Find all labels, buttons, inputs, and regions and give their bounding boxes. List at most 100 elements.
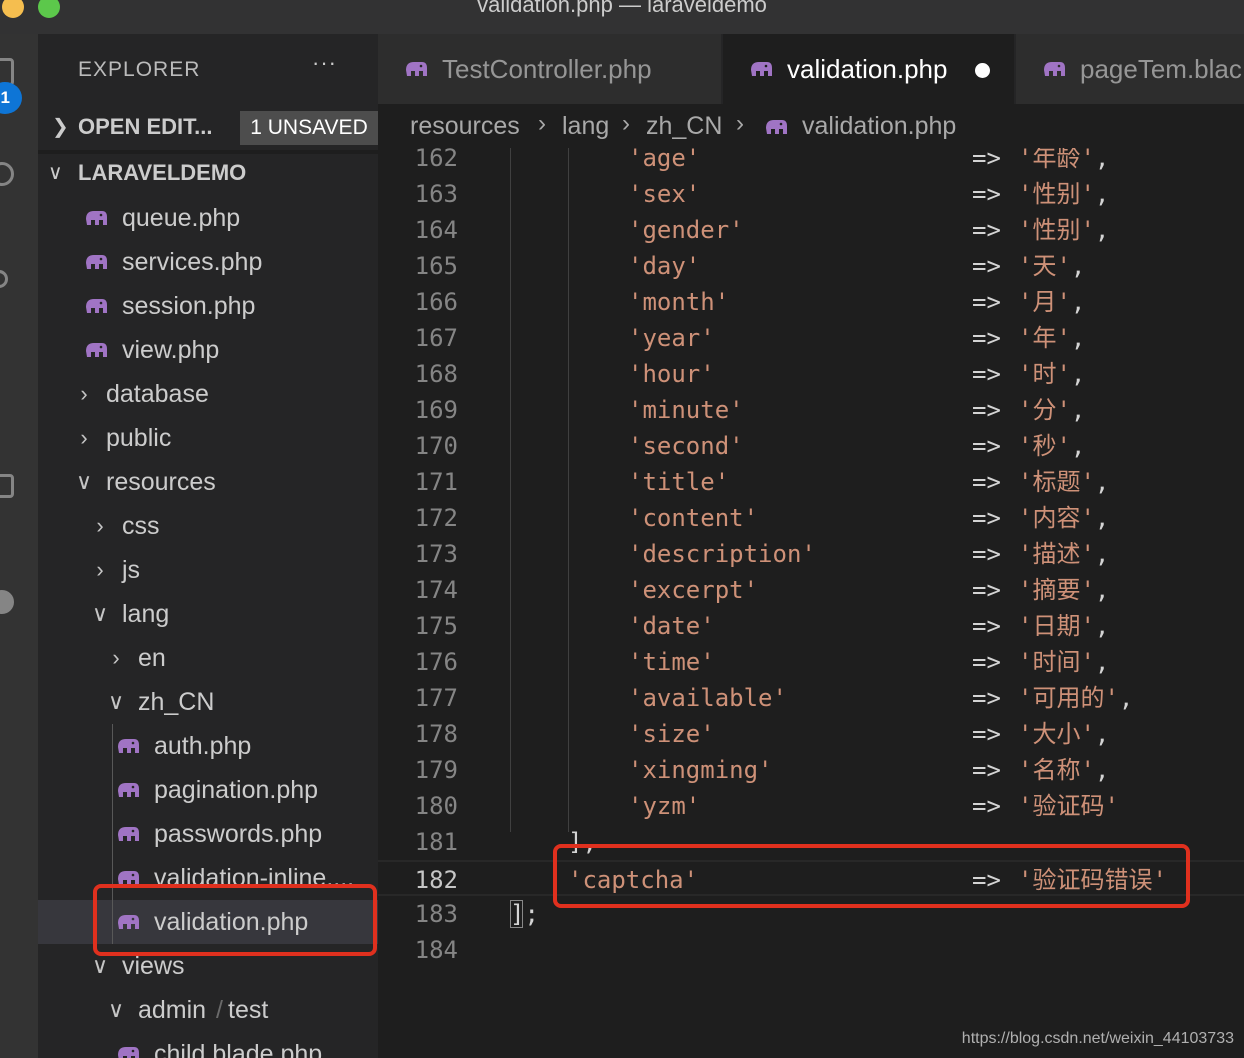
code-line[interactable]: 179 'xingming' => '名称', — [378, 752, 1244, 788]
chevron-right-icon: › — [96, 557, 104, 582]
extensions-icon[interactable] — [0, 474, 14, 498]
tree-file[interactable]: queue.php — [38, 196, 378, 240]
line-number: 167 — [414, 324, 458, 352]
code-punctuation: , — [1094, 648, 1110, 676]
breadcrumb-item[interactable]: validation.php — [802, 112, 956, 141]
chevron-right-icon: › — [96, 513, 104, 538]
tree-file[interactable]: passwords.php — [38, 812, 378, 856]
code-line[interactable]: 174 'excerpt' => '摘要', — [378, 572, 1244, 608]
code-line[interactable]: 169 'minute' => '分', — [378, 392, 1244, 428]
code-editor[interactable]: 162 'age' => '年龄', 163 'sex' => '性别', 164 'gender… — [378, 148, 1244, 1058]
code-string: '秒' — [1018, 432, 1071, 460]
tree-item-label: en — [138, 644, 166, 672]
tree-item-label: auth.php — [154, 732, 252, 760]
code-line[interactable]: 176 'time' => '时间', — [378, 644, 1244, 680]
line-number: 175 — [414, 612, 458, 640]
tab-testcontroller[interactable]: TestController.php — [378, 34, 722, 104]
tree-folder[interactable]: ∨ zh_CN — [38, 680, 378, 724]
more-actions-icon[interactable]: ··· — [312, 50, 337, 76]
tree-file[interactable]: pagination.php — [38, 768, 378, 812]
tree-file[interactable]: session.php — [38, 284, 378, 328]
explorer-header: EXPLORER — [78, 58, 201, 81]
code-punctuation: , — [1118, 684, 1134, 712]
code-line[interactable]: 178 'size' => '大小', — [378, 716, 1244, 752]
code-line[interactable]: 162 'age' => '年龄', — [378, 148, 1244, 176]
code-key: 'day' — [628, 252, 701, 280]
code-value: '大小', — [1018, 716, 1109, 752]
run-icon[interactable] — [0, 374, 14, 398]
line-number: 170 — [414, 432, 458, 460]
code-line[interactable]: 163 'sex' => '性别', — [378, 176, 1244, 212]
tab-validation[interactable]: validation.php — [723, 34, 1015, 104]
code-string: '分' — [1018, 396, 1071, 424]
code-line[interactable]: 173 'description' => '描述', — [378, 536, 1244, 572]
remote-icon[interactable] — [0, 590, 14, 614]
code-arrow: => — [972, 180, 1001, 208]
tree-folder[interactable]: ∨ resources — [38, 460, 378, 504]
code-line[interactable]: 177 'available' => '可用的', — [378, 680, 1244, 716]
search-icon[interactable] — [0, 162, 14, 186]
tree-folder[interactable]: › js — [38, 548, 378, 592]
code-value: '描述', — [1018, 536, 1109, 572]
tree-file[interactable]: view.php — [38, 328, 378, 372]
chevron-down-icon: ∨ — [107, 689, 125, 714]
code-key: 'excerpt' — [628, 576, 759, 604]
tree-item-label: zh_CN — [138, 688, 215, 716]
tree-item-label: js — [122, 556, 141, 584]
breadcrumb: resources › lang › zh_CN › validation.ph… — [378, 104, 1244, 148]
tree-file[interactable]: child.blade.php — [38, 1032, 378, 1058]
tree-item-label: session.php — [122, 292, 256, 320]
line-number: 182 — [414, 866, 458, 894]
code-punctuation: , — [1094, 720, 1110, 748]
breadcrumb-item[interactable]: zh_CN — [646, 112, 722, 141]
tree-folder[interactable]: › public — [38, 416, 378, 460]
unsaved-badge: 1 UNSAVED — [240, 111, 378, 145]
breadcrumb-item[interactable]: resources — [410, 112, 520, 141]
code-line[interactable]: 166 'month' => '月', — [378, 284, 1244, 320]
code-arrow: => — [972, 648, 1001, 676]
tree-file[interactable]: auth.php — [38, 724, 378, 768]
tab-pagetem[interactable]: pageTem.blac — [1016, 34, 1244, 104]
tree-folder[interactable]: › database — [38, 372, 378, 416]
line-number: 178 — [414, 720, 458, 748]
php-elephant-icon — [751, 62, 772, 76]
code-line[interactable]: 171 'title' => '标题', — [378, 464, 1244, 500]
code-line[interactable]: 170 'second' => '秒', — [378, 428, 1244, 464]
code-line[interactable]: 164 'gender' => '性别', — [378, 212, 1244, 248]
code-line[interactable]: 172 'content' => '内容', — [378, 500, 1244, 536]
code-string: '月' — [1018, 288, 1071, 316]
code-line[interactable]: 168 'hour' => '时', — [378, 356, 1244, 392]
code-line[interactable]: 180 'yzm' => '验证码' — [378, 788, 1244, 824]
source-control-icon[interactable] — [0, 270, 8, 288]
breadcrumb-item[interactable]: lang — [562, 112, 609, 141]
tree-folder[interactable]: › css — [38, 504, 378, 548]
tree-folder[interactable]: ∨ lang — [38, 592, 378, 636]
open-editors-section[interactable]: ❯ OPEN EDIT... 1 UNSAVED — [38, 106, 378, 148]
code-arrow: => — [972, 684, 1001, 712]
code-arrow: => — [972, 252, 1001, 280]
code-key: 'date' — [628, 612, 715, 640]
code-line[interactable]: 175 'date' => '日期', — [378, 608, 1244, 644]
tree-folder[interactable]: › en — [38, 636, 378, 680]
code-key: 'age' — [628, 148, 701, 172]
unsaved-dot-icon[interactable] — [975, 63, 990, 78]
code-line[interactable]: 165 'day' => '天', — [378, 248, 1244, 284]
code-arrow: => — [972, 148, 1001, 172]
code-line[interactable]: 167 'year' => '年', — [378, 320, 1244, 356]
code-key: 'size' — [628, 720, 715, 748]
code-key: 'minute' — [628, 396, 744, 424]
code-line[interactable]: 184 — [378, 932, 1244, 968]
open-editors-label: OPEN EDIT... — [78, 114, 213, 139]
tree-folder[interactable]: ∨ admin / test — [38, 988, 378, 1032]
code-key: 'time' — [628, 648, 715, 676]
code-value: '日期', — [1018, 608, 1109, 644]
code-string: '可用的' — [1018, 684, 1119, 712]
highlight-box-selected-file — [93, 884, 377, 956]
code-string: '大小' — [1018, 720, 1095, 748]
code-key: 'available' — [628, 684, 787, 712]
line-number: 164 — [414, 216, 458, 244]
project-section[interactable]: ∨ LARAVELDEMO — [38, 152, 378, 194]
compact-folder-separator: / — [216, 996, 223, 1024]
tree-file[interactable]: services.php — [38, 240, 378, 284]
code-value: '摘要', — [1018, 572, 1109, 608]
